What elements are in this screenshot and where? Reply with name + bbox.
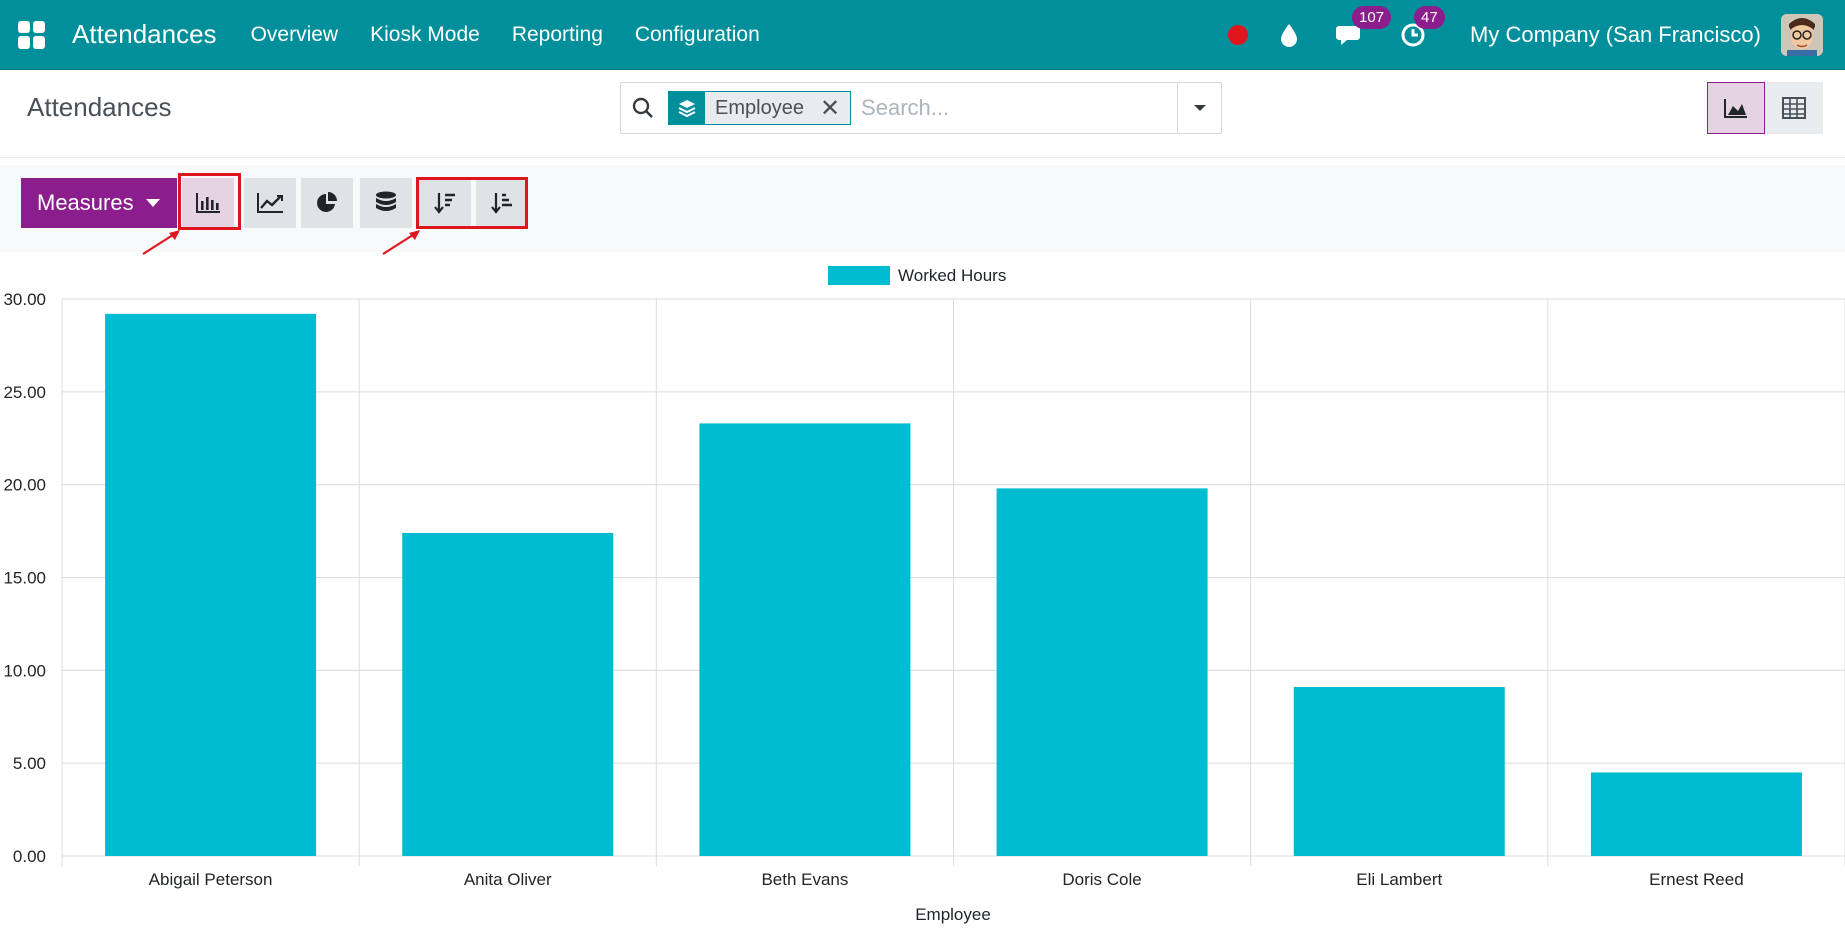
- search-input[interactable]: [861, 95, 1162, 121]
- legend-swatch: [828, 266, 890, 285]
- search-facet-value: Employee ✕: [705, 92, 851, 124]
- activities-badge: 47: [1414, 5, 1445, 29]
- facet-label: Employee: [715, 96, 804, 119]
- chart-grid: [61, 298, 1845, 866]
- x-tick-label: Ernest Reed: [1649, 870, 1744, 889]
- activities-clock-icon[interactable]: 47: [1398, 5, 1445, 50]
- menu-overview[interactable]: Overview: [251, 23, 339, 47]
- x-tick-label: Anita Oliver: [464, 870, 552, 889]
- recording-indicator-icon[interactable]: [1228, 24, 1249, 45]
- chart-legend[interactable]: Worked Hours: [828, 266, 1006, 285]
- y-axis: 0.00 5.00 10.00 15.00 20.00 25.00 30.00: [3, 290, 46, 866]
- x-tick-label: Beth Evans: [761, 870, 848, 889]
- bar[interactable]: [996, 488, 1208, 856]
- highlight-box-sort-buttons: [416, 177, 528, 229]
- line-chart-icon: [257, 193, 283, 213]
- highlight-box-bar-chart: [178, 173, 241, 230]
- y-tick-label: 0.00: [13, 847, 46, 866]
- x-tick-label: Abigail Peterson: [149, 870, 273, 889]
- messages-badge: 107: [1352, 5, 1392, 29]
- top-navbar: Attendances Overview Kiosk Mode Reportin…: [0, 0, 1845, 70]
- bar[interactable]: [699, 423, 911, 856]
- app-title[interactable]: Attendances: [72, 19, 217, 50]
- search-bar: Employee ✕: [620, 82, 1222, 134]
- x-tick-label: Eli Lambert: [1356, 870, 1442, 889]
- table-icon: [1782, 97, 1806, 119]
- user-avatar[interactable]: [1781, 13, 1823, 56]
- database-stack-icon: [376, 191, 396, 211]
- bar[interactable]: [1590, 772, 1802, 856]
- bar[interactable]: [402, 532, 614, 856]
- menu-reporting[interactable]: Reporting: [512, 23, 603, 47]
- y-tick-label: 20.00: [3, 476, 46, 495]
- y-tick-label: 30.00: [3, 290, 46, 309]
- control-panel: Attendances Employee ✕: [0, 70, 1845, 158]
- search-options-toggle[interactable]: [1177, 83, 1221, 133]
- x-axis-title: Employee: [915, 905, 991, 924]
- graph-view-button[interactable]: [1707, 82, 1765, 134]
- area-chart-icon: [1724, 99, 1747, 118]
- y-tick-label: 15.00: [3, 569, 46, 588]
- search-icon[interactable]: [621, 83, 665, 133]
- caret-down-icon: [145, 199, 160, 207]
- stacked-button[interactable]: [360, 178, 412, 228]
- y-tick-label: 25.00: [3, 383, 46, 402]
- bar[interactable]: [1293, 687, 1505, 856]
- x-axis: Abigail Peterson Anita Oliver Beth Evans Do…: [149, 870, 1744, 889]
- measures-label: Measures: [37, 190, 134, 215]
- company-switcher[interactable]: My Company (San Francisco): [1470, 22, 1761, 48]
- layers-icon: [669, 92, 705, 124]
- menu-configuration[interactable]: Configuration: [635, 23, 760, 47]
- menu-kiosk-mode[interactable]: Kiosk Mode: [370, 23, 480, 47]
- view-switcher: [1707, 82, 1823, 134]
- pie-chart-button[interactable]: [301, 178, 353, 228]
- navbar-systray: 107 47 My Company (San Francisco): [1228, 0, 1845, 69]
- page-title: Attendances: [27, 92, 172, 122]
- legend-label: Worked Hours: [898, 266, 1006, 285]
- line-chart-button[interactable]: [244, 178, 296, 228]
- apps-menu-icon[interactable]: [18, 20, 46, 49]
- bar[interactable]: [105, 313, 317, 856]
- bar-chart: 0.00 5.00 10.00 15.00 20.00 25.00 30.00 Abigai…: [3, 266, 1845, 924]
- y-tick-label: 5.00: [13, 754, 46, 773]
- pivot-view-button[interactable]: [1765, 82, 1823, 134]
- graph-toolbar: Measures: [0, 165, 1845, 255]
- measures-dropdown-button[interactable]: Measures: [21, 178, 177, 228]
- pie-chart-icon: [317, 192, 337, 212]
- y-tick-label: 10.00: [3, 661, 46, 680]
- messages-icon[interactable]: 107: [1336, 5, 1392, 50]
- x-tick-label: Doris Cole: [1062, 870, 1141, 889]
- facet-remove-icon[interactable]: ✕: [820, 94, 840, 123]
- droplet-icon[interactable]: [1274, 20, 1304, 50]
- search-facet-groupby: Employee ✕: [668, 91, 852, 125]
